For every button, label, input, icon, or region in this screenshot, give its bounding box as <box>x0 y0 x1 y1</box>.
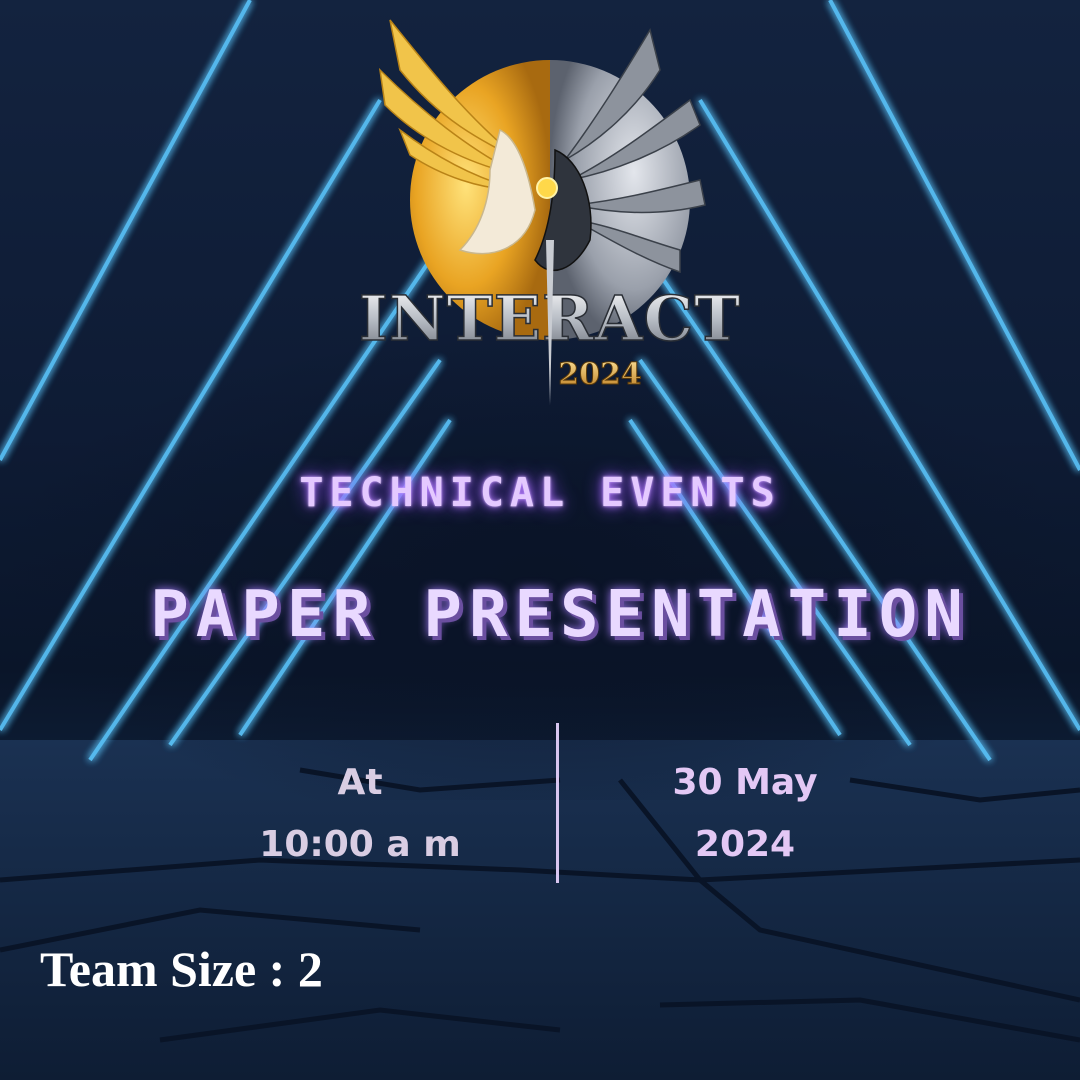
date-day-month: 30 May <box>672 762 818 803</box>
event-date: 30 May 2024 <box>590 752 900 876</box>
event-category: TECHNICAL EVENTS <box>299 470 781 516</box>
time-value: 10:00 a m <box>259 824 461 865</box>
event-time: At 10:00 a m <box>200 752 520 876</box>
event-poster: INTERACT 2024 TECHNICAL EVENTS PAPER PRE… <box>0 0 1080 1080</box>
event-title: PAPER PRESENTATION <box>150 578 970 652</box>
time-prefix: At <box>337 762 383 803</box>
vertical-divider <box>556 723 559 883</box>
team-size: Team Size : 2 <box>40 941 323 997</box>
interact-logo: INTERACT 2024 <box>360 19 740 405</box>
logo-year: 2024 <box>558 357 642 392</box>
orb-icon <box>536 177 558 199</box>
date-year: 2024 <box>694 824 796 865</box>
